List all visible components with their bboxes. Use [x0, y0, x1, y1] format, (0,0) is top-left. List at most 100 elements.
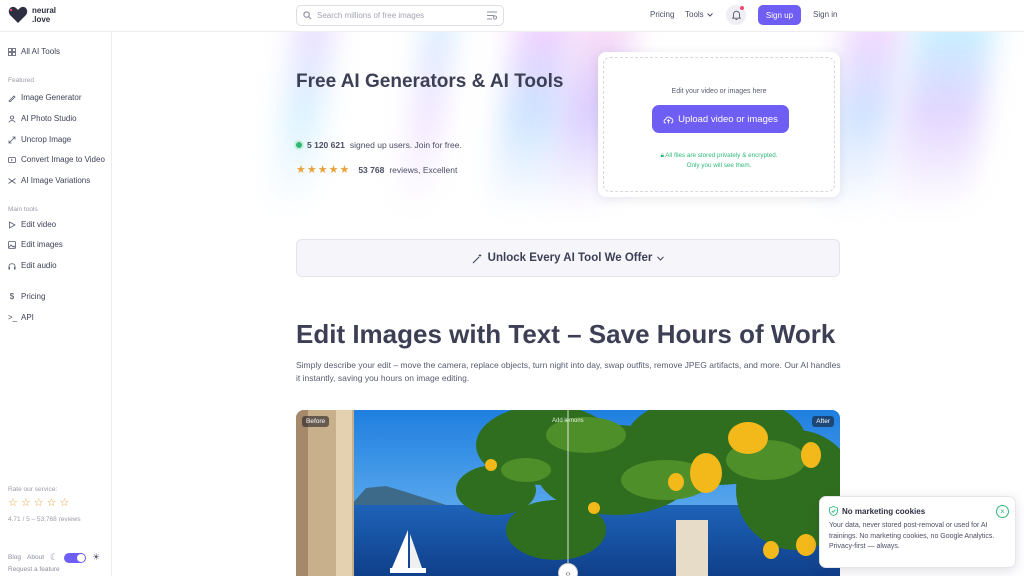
moon-icon: ☾: [50, 552, 59, 562]
nav-pricing[interactable]: Pricing: [650, 10, 674, 19]
lock-icon: 🔒︎: [660, 152, 664, 159]
before-label: Before: [302, 416, 330, 427]
rate-service-label: Rate our service:: [8, 486, 58, 493]
sidebar-section-main-tools: Main tools: [8, 206, 38, 213]
star-outline-icon[interactable]: ☆: [47, 498, 57, 509]
hero-aurora-background: [113, 32, 1024, 222]
section-title: Edit Images with Text – Save Hours of Wo…: [296, 319, 836, 349]
blog-link[interactable]: Blog: [8, 554, 21, 561]
sidebar-item-convert-image-to-video[interactable]: Convert Image to Video: [8, 155, 105, 164]
secure-note-line1: 🔒︎ All files are stored privately & encr…: [604, 151, 834, 161]
notification-dot: [740, 6, 744, 10]
star-outline-icon[interactable]: ☆: [34, 498, 44, 509]
notifications-button[interactable]: [726, 5, 746, 25]
star-outline-icon[interactable]: ☆: [8, 498, 18, 509]
sidebar-item-label: Pricing: [21, 292, 46, 301]
unlock-tools-button[interactable]: Unlock Every AI Tool We Offer: [296, 239, 840, 277]
sidebar: All AI Tools Featured Image Generator AI…: [0, 32, 112, 576]
sidebar-item-ai-photo-studio[interactable]: AI Photo Studio: [8, 114, 77, 123]
users-count: 5 120 621: [307, 140, 345, 150]
signed-up-users: 5 120 621 signed up users. Join for free…: [296, 140, 462, 150]
close-icon[interactable]: ×: [996, 505, 1009, 518]
sidebar-item-label: Edit video: [21, 220, 57, 229]
edit-prompt-caption: Add lemons: [552, 418, 584, 424]
cookie-notice: No marketing cookies Your data, never st…: [819, 496, 1016, 568]
sidebar-item-image-generator[interactable]: Image Generator: [8, 93, 81, 102]
heart-logo-icon: [8, 6, 28, 23]
upload-hint: Edit your video or images here: [671, 88, 767, 95]
sidebar-item-label: Edit audio: [21, 261, 57, 270]
rating-stars: ★★★★★: [296, 164, 351, 176]
image-icon: [8, 240, 16, 249]
shield-check-icon: [829, 506, 838, 516]
person-icon: [8, 114, 16, 123]
cookie-notice-header: No marketing cookies: [829, 506, 925, 516]
secure-storage-note: 🔒︎ All files are stored privately & encr…: [604, 151, 834, 171]
brush-icon: [8, 94, 16, 102]
magic-wand-icon: [472, 253, 482, 263]
section-description: Simply describe your edit – move the cam…: [296, 360, 841, 383]
play-icon: [9, 220, 16, 229]
comparison-slider-handle[interactable]: ‹›: [558, 563, 578, 576]
dollar-icon: $: [9, 292, 15, 301]
expand-icon: [8, 136, 16, 143]
shuffle-icon: [8, 177, 16, 184]
about-link[interactable]: About: [27, 554, 44, 561]
sidebar-item-edit-video[interactable]: Edit video: [8, 220, 56, 229]
filter-icon[interactable]: [487, 11, 497, 20]
sidebar-footer: Blog About ☾ ☀: [8, 552, 100, 563]
online-status-dot: [296, 142, 302, 148]
search-bar[interactable]: [296, 5, 504, 26]
nav-tools[interactable]: Tools: [685, 10, 713, 19]
signin-link[interactable]: Sign in: [813, 10, 837, 19]
sidebar-item-label: AI Image Variations: [21, 176, 91, 185]
logo[interactable]: neural .love: [8, 6, 56, 24]
sidebar-item-edit-audio[interactable]: Edit audio: [8, 261, 57, 270]
unlock-label: Unlock Every AI Tool We Offer: [487, 252, 653, 264]
sidebar-item-edit-images[interactable]: Edit images: [8, 240, 63, 249]
reviews-summary: ★★★★★ 53 768 reviews, Excellent: [296, 163, 457, 176]
reviews-text: reviews, Excellent: [389, 164, 458, 175]
sidebar-item-api[interactable]: >_ API: [8, 313, 34, 322]
sidebar-item-uncrop-image[interactable]: Uncrop Image: [8, 135, 71, 144]
sidebar-item-ai-image-variations[interactable]: AI Image Variations: [8, 176, 90, 185]
request-feature-link[interactable]: Request a feature: [8, 566, 60, 573]
sidebar-item-label: Uncrop Image: [21, 135, 72, 144]
cookie-notice-body: Your data, never stored post-removal or …: [829, 522, 995, 550]
sidebar-item-label: Convert Image to Video: [21, 155, 105, 164]
secure-note-line2: Only you will see them.: [686, 162, 752, 169]
star-outline-icon[interactable]: ☆: [21, 498, 31, 509]
sidebar-item-pricing[interactable]: $ Pricing: [8, 292, 46, 301]
star-outline-icon[interactable]: ☆: [60, 498, 70, 509]
sidebar-item-label: Image Generator: [21, 93, 82, 102]
sidebar-item-label: AI Photo Studio: [21, 114, 77, 123]
cloud-upload-icon: [663, 116, 674, 123]
sidebar-item-label: Edit images: [21, 240, 63, 249]
sidebar-section-featured: Featured: [8, 77, 35, 84]
logo-text-line1: neural: [32, 6, 57, 15]
upload-button[interactable]: Upload video or images: [652, 105, 789, 133]
theme-toggle[interactable]: [64, 552, 87, 563]
reviews-count: 53 768: [358, 164, 385, 175]
users-text: signed up users. Join for free.: [349, 140, 462, 150]
top-bar: neural .love Pricing Tools Sign up Sign …: [0, 0, 1024, 32]
comparison-image: [296, 410, 840, 576]
grid-icon: [8, 47, 16, 56]
rating-stars-input[interactable]: ☆ ☆ ☆ ☆ ☆: [8, 498, 69, 509]
sidebar-item-label: All AI Tools: [21, 47, 60, 56]
nav-tools-label: Tools: [685, 10, 704, 19]
sidebar-item-all-ai-tools[interactable]: All AI Tools: [8, 47, 60, 56]
hero-title: Free AI Generators & AI Tools: [296, 71, 564, 92]
headphones-icon: [8, 262, 16, 269]
signup-button[interactable]: Sign up: [758, 5, 801, 25]
rating-summary: 4.71 / 5 – 53,768 reviews: [8, 516, 81, 523]
chevron-down-icon: [706, 12, 713, 17]
logo-text-line2: .love: [32, 15, 51, 24]
chevron-down-icon: [657, 255, 665, 261]
upload-dropzone[interactable]: Edit your video or images here Upload vi…: [603, 57, 835, 192]
terminal-icon: >_: [8, 313, 18, 322]
before-after-comparison[interactable]: Before After Add lemons ‹›: [296, 410, 840, 576]
search-input[interactable]: [317, 11, 487, 20]
upload-card: Edit your video or images here Upload vi…: [598, 52, 840, 197]
cookie-notice-title: No marketing cookies: [842, 506, 926, 516]
